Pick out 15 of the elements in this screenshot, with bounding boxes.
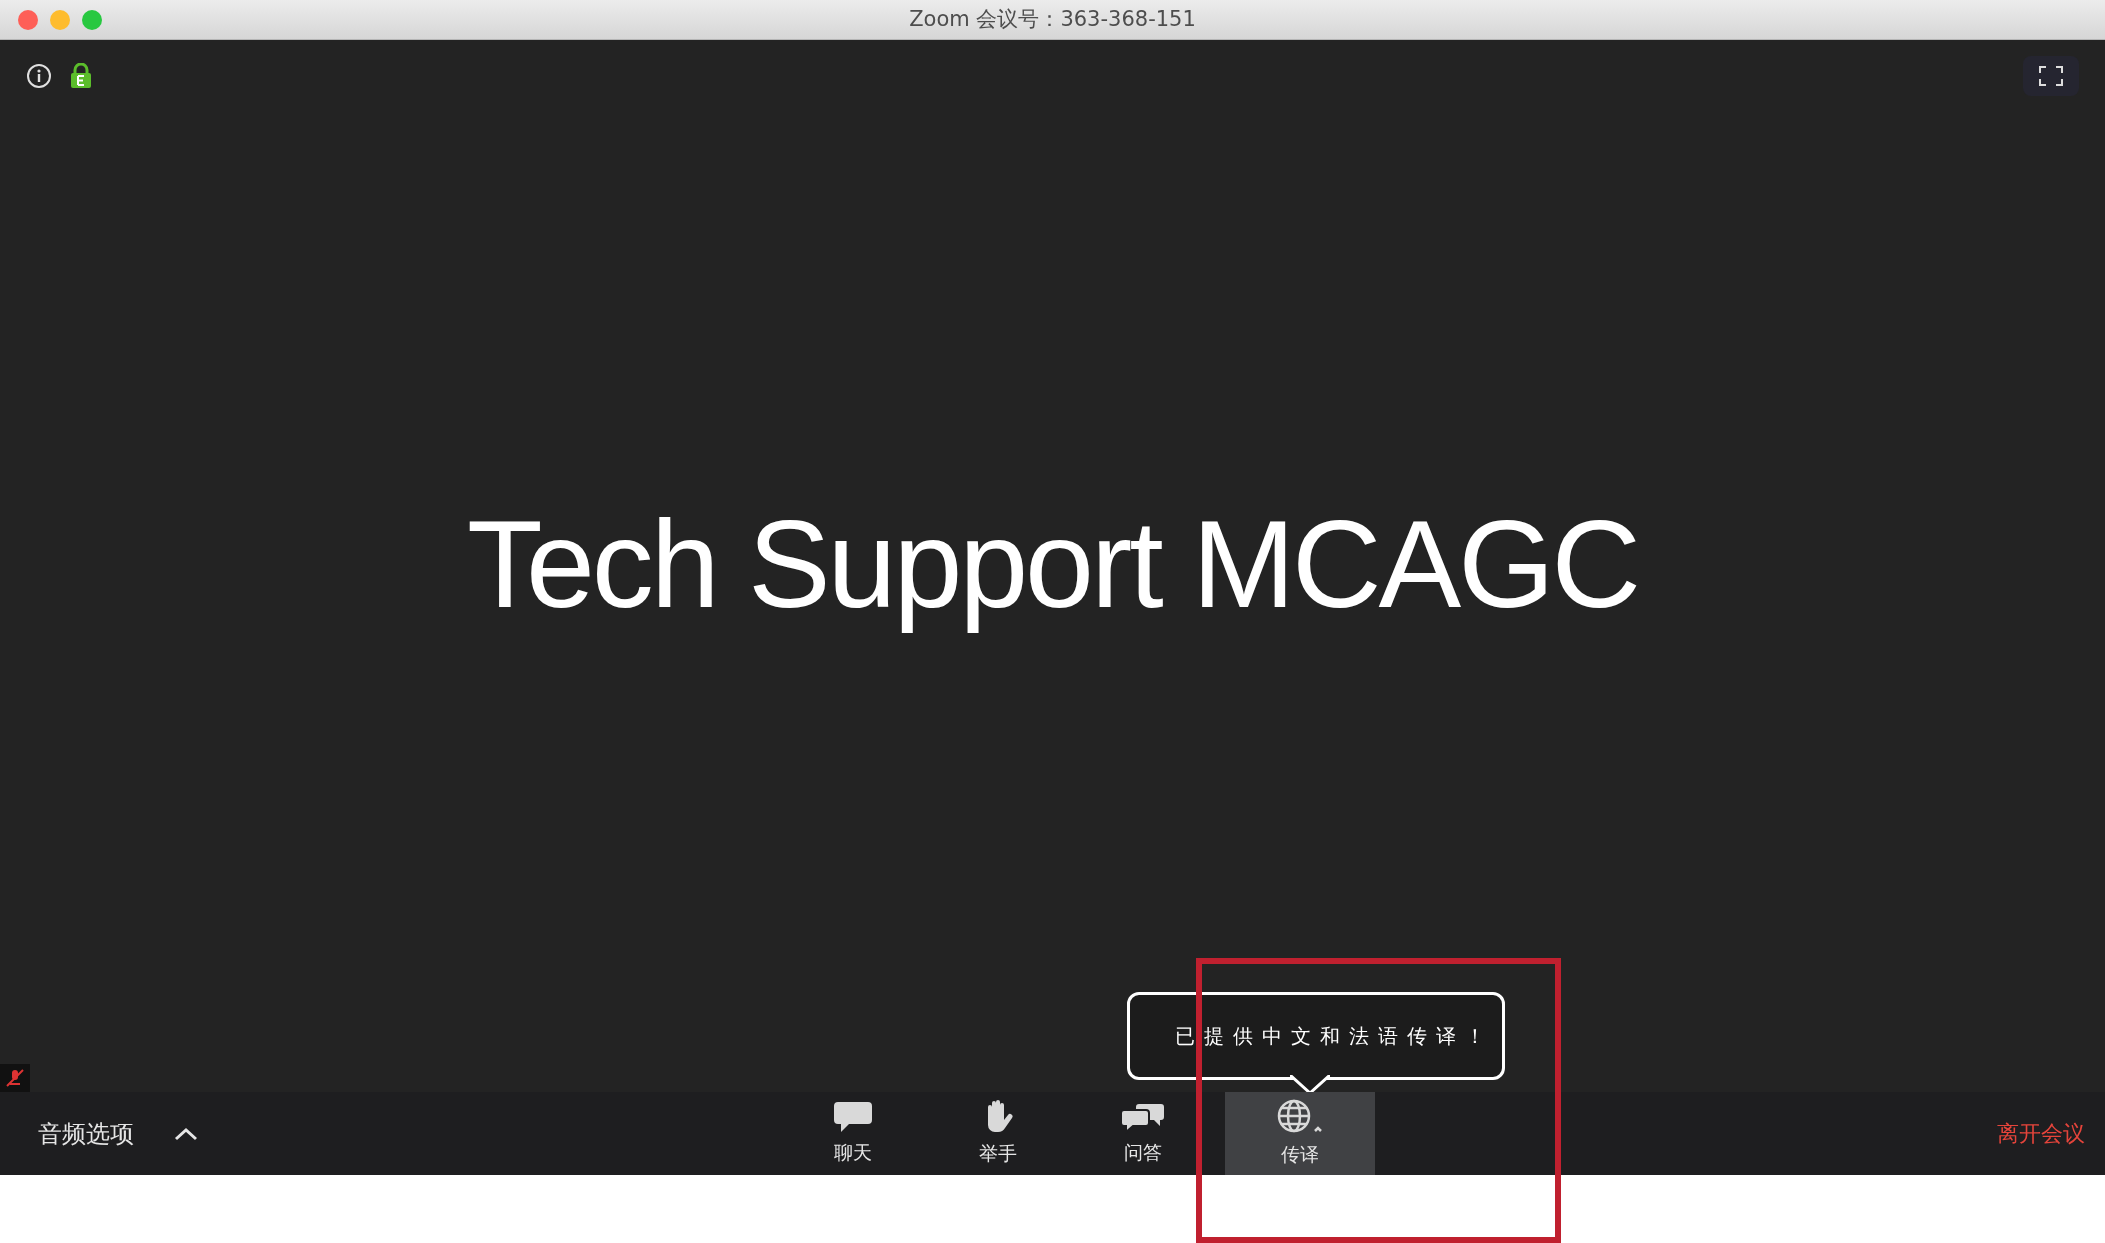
speech-bubble-icon <box>832 1100 873 1135</box>
padlock-icon[interactable] <box>70 63 92 89</box>
fullscreen-button[interactable] <box>2023 56 2079 96</box>
caret-up-icon[interactable] <box>174 1126 198 1141</box>
toolbar-button[interactable]: 传译 <box>1225 1092 1375 1175</box>
fullscreen-icon <box>2039 66 2063 86</box>
tooltip-text: 已提供中文和法语传译！ <box>1175 1023 1494 1050</box>
meeting-heading: Tech Support MCAGC <box>467 494 1638 635</box>
toolbar-button[interactable]: 问答 <box>1070 1092 1215 1175</box>
info-icon[interactable] <box>26 63 52 89</box>
toolbar-button[interactable]: 聊天 <box>780 1092 925 1175</box>
toolbar-button[interactable]: 举手 <box>925 1092 1070 1175</box>
audio-options-label[interactable]: 音频选项 <box>38 1115 134 1152</box>
leave-meeting-button[interactable]: 离开会议 <box>1997 1117 2085 1150</box>
window-title: Zoom 会议号：363-368-151 <box>909 5 1196 33</box>
